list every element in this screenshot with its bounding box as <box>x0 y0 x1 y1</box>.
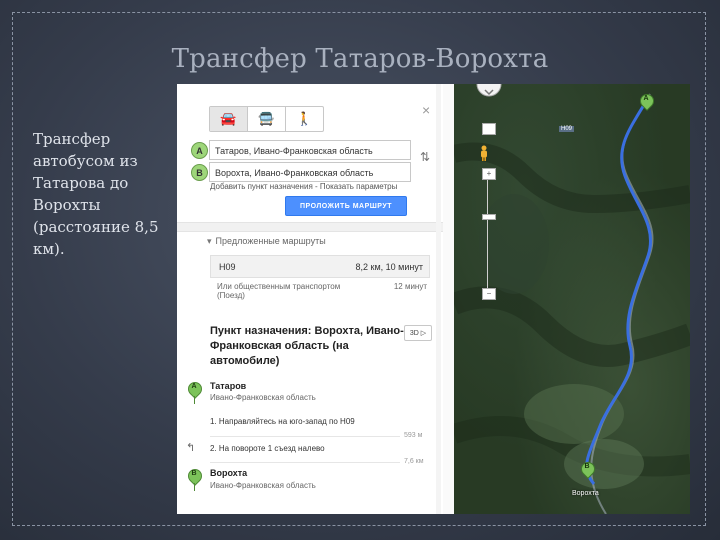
road-label: H09 <box>559 126 575 132</box>
zoom-slider-thumb[interactable] <box>482 214 496 220</box>
car-icon[interactable]: 🚘 <box>210 107 248 131</box>
transit-option[interactable]: Или общественным транспортом (Поезд) 12 … <box>217 282 429 300</box>
pegman-icon[interactable] <box>479 145 489 161</box>
step-separator <box>210 436 400 437</box>
panel-divider <box>177 222 443 232</box>
zoom-slider-track[interactable] <box>487 180 488 288</box>
slide-title: Трансфер Татаров-Ворохта <box>171 44 549 74</box>
zoom-in-button[interactable]: + <box>482 168 496 180</box>
maps-screenshot: 🚘 🚍 🚶 × A Татаров, Ивано-Франковская обл… <box>177 84 690 514</box>
map-marker-b-letter: B <box>584 463 590 470</box>
end-marker-icon: B <box>191 164 208 181</box>
transit-time: 12 минут <box>393 282 427 291</box>
close-icon[interactable]: × <box>422 102 430 118</box>
route-option-h09[interactable]: Н09 8,2 км, 10 минут <box>210 255 430 278</box>
map-control-square[interactable] <box>482 123 496 135</box>
panel-scrollbar[interactable] <box>436 84 441 514</box>
pin-tail <box>194 396 195 404</box>
get-route-button[interactable]: ПРОЛОЖИТЬ МАРШРУТ <box>285 196 407 216</box>
directions-panel: 🚘 🚍 🚶 × A Татаров, Ивано-Франковская обл… <box>177 84 443 514</box>
step-1-distance: 593 м <box>404 432 423 439</box>
pan-control[interactable] <box>475 84 503 106</box>
turn-left-icon: ↰ <box>186 442 196 454</box>
pin-tail <box>194 483 195 491</box>
end-pin-letter: B <box>191 470 197 477</box>
step-1[interactable]: 1. Направляйтесь на юго-запад по Н09 <box>210 417 355 426</box>
start-region: Ивано-Франковская область <box>210 393 316 402</box>
start-marker-icon: A <box>191 142 208 159</box>
destination-title: Пункт назначения: Ворохта, Ивано-Франков… <box>210 325 404 367</box>
3d-button[interactable]: 3D ▷ <box>404 325 432 341</box>
start-place[interactable]: Татаров <box>210 381 246 391</box>
suggested-routes-header[interactable]: ▾ Предложенные маршруты <box>207 236 326 247</box>
end-place[interactable]: Ворохта <box>210 468 247 478</box>
swap-icon[interactable]: ⇅ <box>420 150 430 164</box>
chevron-down-icon: ▾ <box>207 236 212 246</box>
end-input[interactable]: Ворохта, Ивано-Франковская область <box>209 162 411 182</box>
end-region: Ивано-Франковская область <box>210 481 316 490</box>
add-destination-link[interactable]: Добавить пункт назначения - Показать пар… <box>210 182 397 191</box>
step-separator <box>210 462 400 463</box>
start-input[interactable]: Татаров, Ивано-Франковская область <box>209 140 411 160</box>
step-2[interactable]: 2. На повороте 1 съезд налево <box>210 444 325 453</box>
bus-icon[interactable]: 🚍 <box>248 107 286 131</box>
route-distance: 8,2 км, 10 минут <box>355 262 423 272</box>
transit-mode: (Поезд) <box>217 291 245 300</box>
zoom-out-button[interactable]: − <box>482 288 496 300</box>
panel-map-gutter <box>443 84 454 514</box>
step-2-distance: 7,6 км <box>404 458 424 465</box>
town-label: Ворохта <box>572 490 599 497</box>
travel-mode-tabs: 🚘 🚍 🚶 <box>209 106 324 132</box>
route-name: Н09 <box>219 262 236 272</box>
walk-icon[interactable]: 🚶 <box>286 107 323 131</box>
start-pin-letter: A <box>191 383 197 390</box>
map-marker-a-letter: A <box>643 95 649 102</box>
slide-body-text: Трансфер автобусом из Татарова до Ворохт… <box>33 130 159 258</box>
